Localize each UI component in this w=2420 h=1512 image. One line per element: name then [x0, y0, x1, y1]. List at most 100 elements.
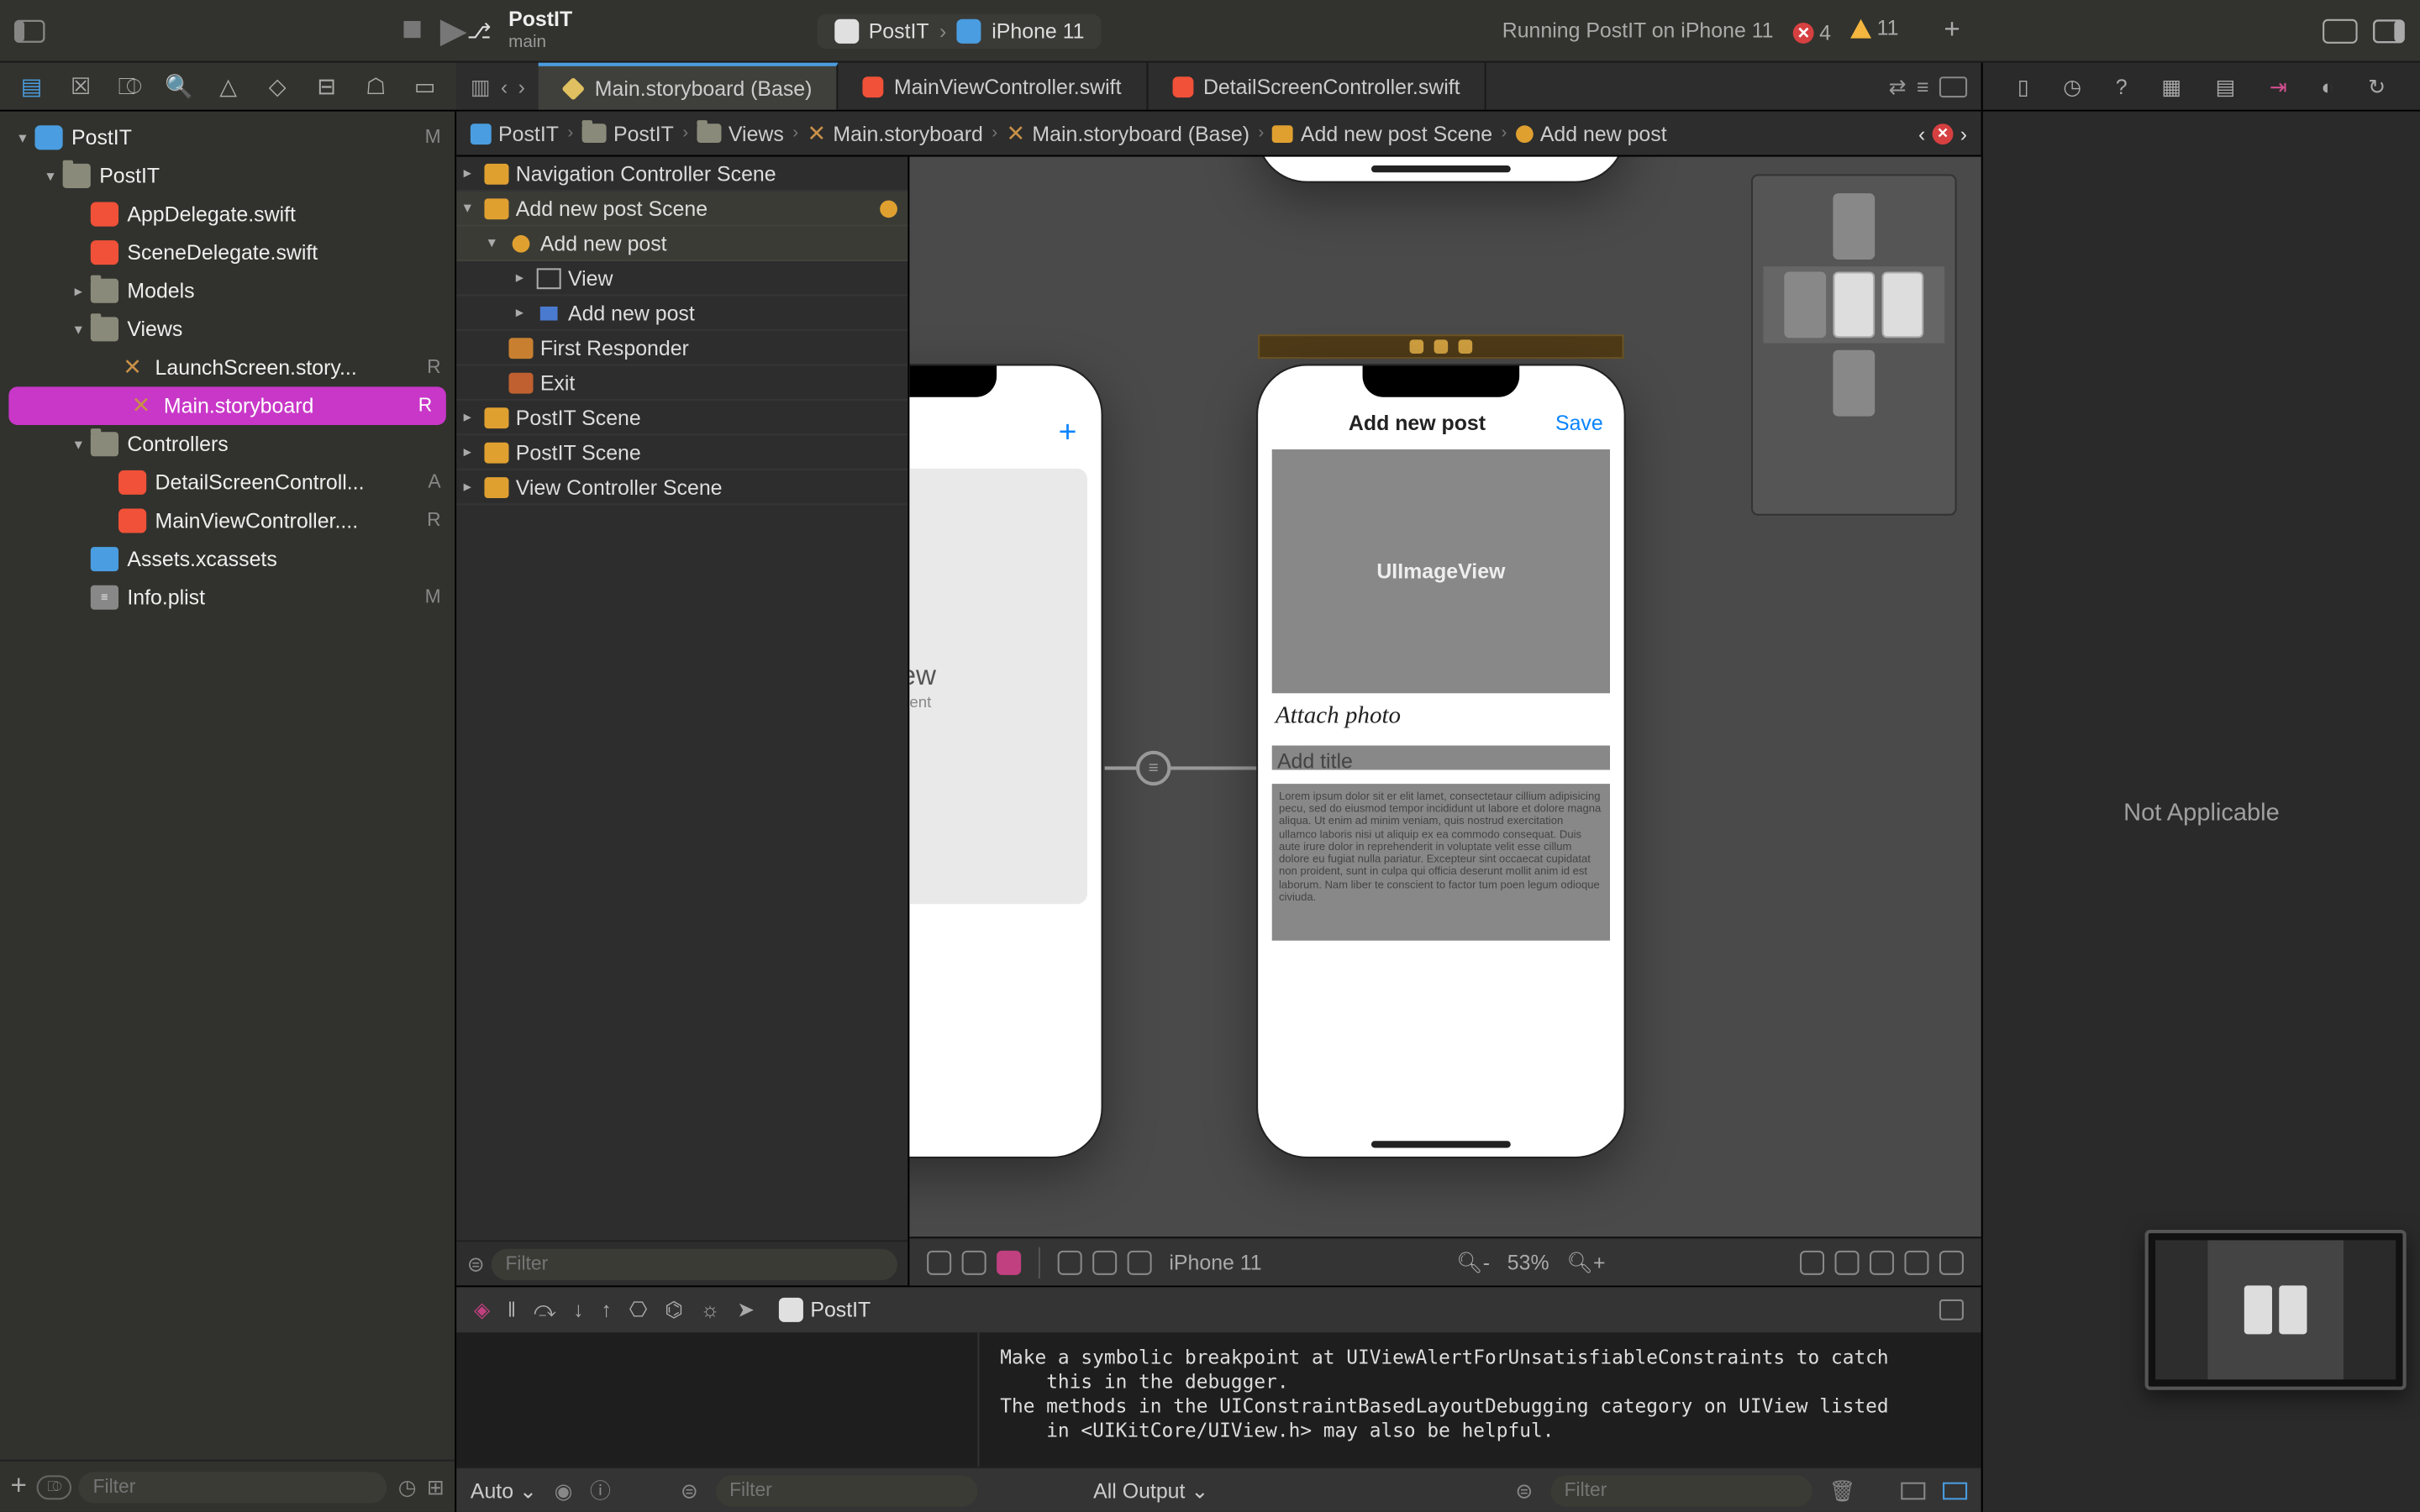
test-navigator-icon[interactable]: ◇	[264, 72, 292, 100]
outline-item[interactable]: ▸View	[456, 261, 908, 296]
orientation-landscape-icon[interactable]	[1092, 1250, 1117, 1274]
attributes-inspector-icon[interactable]: ▤	[2216, 74, 2236, 98]
process-selector[interactable]: PostIT	[779, 1298, 871, 1322]
responder-dock-icon[interactable]	[1434, 339, 1449, 354]
zoom-in-icon[interactable]: 🔍︎+	[1566, 1250, 1605, 1274]
library-button[interactable]	[2323, 18, 2357, 43]
adjust-editor-icon[interactable]	[962, 1250, 986, 1274]
embed-icon[interactable]	[1904, 1250, 1928, 1274]
related-items-icon[interactable]: ⇄	[1889, 74, 1907, 98]
step-out-icon[interactable]: ↑	[601, 1298, 611, 1322]
disclosure-icon[interactable]	[70, 206, 87, 223]
navigator-item[interactable]: AppDelegate.swift	[0, 195, 455, 234]
exit-dock-icon[interactable]	[1459, 339, 1473, 354]
outline-item[interactable]: ▸PostIT Scene	[456, 401, 908, 435]
image-view[interactable]: UIImageView	[1272, 449, 1610, 693]
title-textfield[interactable]: Add title	[1272, 746, 1610, 770]
info-icon[interactable]: ⓘ	[590, 1475, 611, 1504]
disclosure-icon[interactable]: ▸	[464, 407, 481, 427]
back-button[interactable]: ‹	[501, 74, 508, 98]
disclosure-icon[interactable]: ▸	[464, 443, 481, 462]
outline-toggle-icon[interactable]	[927, 1250, 951, 1274]
outline-item[interactable]: ▸Navigation Controller Scene	[456, 157, 908, 192]
step-into-icon[interactable]: ↓	[573, 1298, 583, 1322]
scope-button[interactable]: ⎄	[37, 1474, 71, 1499]
console-filter-input[interactable]	[1550, 1474, 1812, 1505]
device-preview-main[interactable]: Add new post Save UIImageView Attach pho…	[1258, 365, 1623, 1156]
step-over-icon[interactable]: ⤼	[534, 1297, 556, 1323]
screen-share-preview[interactable]	[2145, 1230, 2407, 1390]
breakpoint-navigator-icon[interactable]: ☖	[362, 72, 390, 100]
navigator-item[interactable]: ✕LaunchScreen.story...R	[0, 349, 455, 387]
add-tab-button[interactable]: +	[1944, 15, 1960, 46]
disclosure-icon[interactable]: ▾	[70, 321, 87, 339]
source-control-navigator-icon[interactable]: ☒	[66, 72, 94, 100]
navigator-item[interactable]: MainViewController....R	[0, 501, 455, 540]
scene-dock[interactable]	[1258, 334, 1623, 359]
navigator-item[interactable]: DetailScreenControll...A	[0, 464, 455, 502]
console-output[interactable]: Make a symbolic breakpoint at UIViewAler…	[979, 1332, 1981, 1467]
disclosure-icon[interactable]: ▸	[70, 282, 87, 300]
navigator-item[interactable]: ≡Info.plistM	[0, 578, 455, 617]
align-icon[interactable]	[1800, 1250, 1824, 1274]
panel-toggle-icon[interactable]: ▥	[471, 74, 491, 98]
disclosure-icon[interactable]	[97, 474, 115, 491]
identity-inspector-icon[interactable]: ▦	[2161, 74, 2181, 98]
variables-view-mode[interactable]: Auto ⌄	[471, 1478, 537, 1502]
show-variables-pane-icon[interactable]	[1901, 1482, 1925, 1499]
panel-left-icon[interactable]	[14, 15, 45, 46]
forward-button[interactable]: ›	[518, 74, 525, 98]
disclosure-icon[interactable]: ▸	[516, 268, 534, 287]
clear-console-icon[interactable]: 🗑	[1829, 1478, 1856, 1502]
next-issue-button[interactable]: ›	[1960, 121, 1967, 145]
breakpoints-toggle-icon[interactable]: ◈	[474, 1298, 490, 1322]
disclosure-icon[interactable]: ▾	[70, 435, 87, 453]
toggle-debug-area-icon[interactable]	[1939, 1299, 1964, 1320]
stop-button[interactable]: ■	[402, 10, 423, 50]
navigator-item[interactable]: ▸Models	[0, 271, 455, 310]
resolve-icon[interactable]	[1870, 1250, 1894, 1274]
output-selector[interactable]: All Output ⌄	[1093, 1478, 1208, 1502]
update-frames-icon[interactable]	[1939, 1250, 1964, 1274]
canvas-minimap[interactable]	[1751, 174, 1957, 515]
size-inspector-icon[interactable]: ⇥	[2270, 74, 2287, 98]
disclosure-icon[interactable]	[97, 512, 115, 530]
issue-navigator-icon[interactable]: △	[214, 72, 242, 100]
tab-detailscreencontroller[interactable]: DetailScreenController.swift	[1148, 63, 1486, 110]
disclosure-icon[interactable]	[70, 244, 87, 261]
help-inspector-icon[interactable]: ?	[2116, 74, 2128, 98]
outline-filter-input[interactable]	[492, 1248, 897, 1279]
warning-count[interactable]: 11	[1851, 16, 1899, 40]
symbol-navigator-icon[interactable]: ⎄	[116, 72, 144, 100]
device-preview-left[interactable]: + ew tent	[909, 365, 1101, 1156]
disclosure-icon[interactable]: ▾	[14, 129, 32, 146]
device-phone-icon[interactable]	[1128, 1250, 1152, 1274]
file-inspector-icon[interactable]: ▯	[2018, 74, 2029, 98]
show-console-pane-icon[interactable]	[1943, 1482, 1967, 1499]
quicklook-icon[interactable]: ◉	[555, 1478, 573, 1502]
jump-bar[interactable]: PostIT› PostIT› Views› ✕Main.storyboard›…	[456, 112, 1981, 157]
report-navigator-icon[interactable]: ▭	[411, 72, 439, 100]
find-navigator-icon[interactable]: 🔍	[166, 72, 193, 100]
interface-builder-canvas[interactable]: + ew tent ≡	[909, 157, 1981, 1286]
disclosure-icon[interactable]	[70, 550, 87, 568]
outline-item[interactable]: ▸PostIT Scene	[456, 435, 908, 470]
navigator-filter-input[interactable]	[79, 1471, 387, 1502]
disclosure-icon[interactable]: ▾	[488, 234, 506, 253]
adjust-options-icon[interactable]: ≡	[1917, 74, 1929, 98]
continue-icon[interactable]: ‖	[508, 1298, 516, 1322]
outline-item[interactable]: First Responder	[456, 331, 908, 365]
history-inspector-icon[interactable]: ◷	[2063, 74, 2081, 98]
outline-item[interactable]: ▾Add new post	[456, 227, 908, 261]
project-name[interactable]: PostIT	[508, 9, 572, 32]
recent-files-icon[interactable]: ◷	[398, 1474, 417, 1499]
run-button[interactable]: ▶	[440, 8, 467, 52]
panel-right-icon[interactable]	[2371, 18, 2406, 43]
variables-pane[interactable]	[456, 1332, 979, 1467]
location-icon[interactable]: ➤	[737, 1298, 755, 1322]
navigator-item[interactable]: Assets.xcassets	[0, 540, 455, 579]
navigator-item[interactable]: ✕Main.storyboardR	[8, 386, 445, 425]
env-override-icon[interactable]: ☼	[701, 1298, 720, 1322]
bindings-inspector-icon[interactable]: ↻	[2368, 74, 2386, 98]
body-textview[interactable]: Lorem ipsum dolor sit er elit lamet, con…	[1272, 784, 1610, 941]
